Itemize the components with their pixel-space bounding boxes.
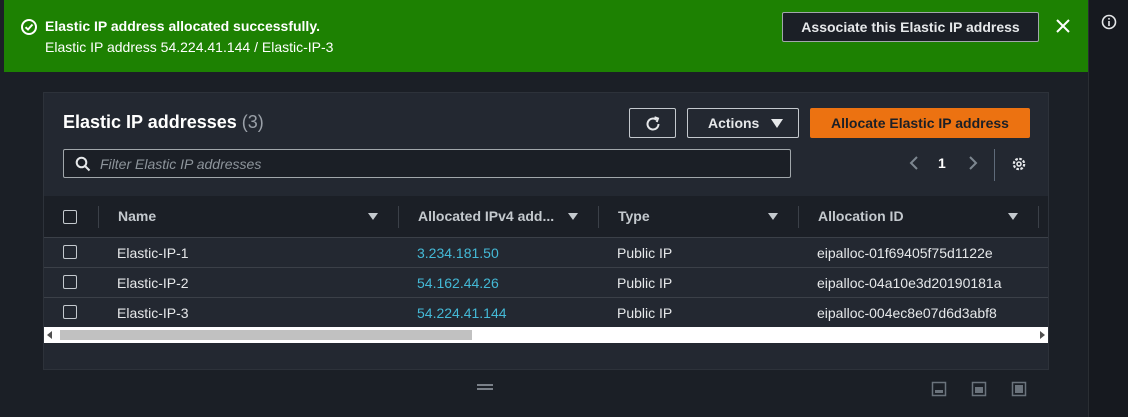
column-header-allocation-id[interactable]: Allocation ID [818,208,904,224]
filter-input[interactable] [98,153,782,175]
table-row[interactable]: Elastic-IP-2 54.162.44.26 Public IP eipa… [44,268,1048,298]
success-flash-banner: Elastic IP address allocated successfull… [4,0,1088,72]
cell-ip-link[interactable]: 54.162.44.26 [417,275,499,291]
view-mode-side-icon[interactable] [971,381,987,397]
actions-label: Actions [708,115,760,131]
table-row[interactable]: Elastic-IP-3 54.224.41.144 Public IP eip… [44,298,1048,328]
view-mode-full-icon[interactable] [1011,381,1027,397]
column-separator [98,206,99,228]
column-header-ipv4[interactable]: Allocated IPv4 add... [418,208,554,224]
refresh-icon [646,116,660,131]
cell-type: Public IP [617,245,673,261]
row-checkbox[interactable] [63,275,77,289]
cell-name: Elastic-IP-3 [117,305,189,321]
view-mode-bottom-icon[interactable] [931,381,947,397]
page: Elastic IP address allocated successfull… [0,0,1088,417]
page-number[interactable]: 1 [938,155,946,171]
column-separator [598,206,599,228]
column-header-type[interactable]: Type [618,208,650,224]
sort-caret-icon[interactable] [768,213,778,220]
cell-allocation-id: eipalloc-004ec8e07d6d3abf8 [817,305,997,321]
scroll-right-arrow-icon[interactable] [1040,331,1045,339]
cell-name: Elastic-IP-1 [117,245,189,261]
column-separator [798,206,799,228]
filter-box [63,149,791,178]
associate-elastic-ip-button[interactable]: Associate this Elastic IP address [782,12,1039,42]
select-all-checkbox[interactable] [63,210,77,224]
table-row[interactable]: Elastic-IP-1 3.234.181.50 Public IP eipa… [44,238,1048,268]
settings-gear-icon[interactable] [1010,155,1028,173]
scrollbar-thumb[interactable] [60,330,472,340]
cell-type: Public IP [617,275,673,291]
chevron-left-icon[interactable] [907,154,921,172]
horizontal-scrollbar[interactable] [44,327,1048,343]
caret-down-icon [771,119,783,128]
row-checkbox[interactable] [63,305,77,319]
drag-handle-icon[interactable] [476,383,494,391]
flash-message: Elastic IP address 54.224.41.144 / Elast… [45,39,334,55]
info-icon[interactable] [1101,14,1117,30]
sort-caret-icon[interactable] [1008,213,1018,220]
actions-dropdown-button[interactable]: Actions [687,108,799,138]
cell-ip-link[interactable]: 54.224.41.144 [417,305,507,321]
elastic-ip-panel: Elastic IP addresses (3) Actions Allocat… [43,92,1049,370]
search-icon [75,156,91,172]
right-rail [1088,0,1128,417]
table-header: Name Allocated IPv4 add... Type Allocati… [44,196,1048,238]
cell-type: Public IP [617,305,673,321]
panel-count: (3) [241,112,264,132]
row-checkbox[interactable] [63,245,77,259]
cell-allocation-id: eipalloc-04a10e3d20190181a [817,275,1002,291]
cell-name: Elastic-IP-2 [117,275,189,291]
column-separator [1038,206,1039,228]
column-header-name[interactable]: Name [118,208,156,224]
success-check-icon [21,19,37,35]
pagination-divider [994,149,995,181]
allocate-elastic-ip-button[interactable]: Allocate Elastic IP address [810,108,1030,138]
panel-title-text: Elastic IP addresses [63,112,237,132]
close-icon[interactable] [1054,17,1072,35]
refresh-button[interactable] [629,108,676,138]
cell-allocation-id: eipalloc-01f69405f75d1122e [817,245,993,261]
column-separator [398,206,399,228]
sort-caret-icon[interactable] [568,213,578,220]
sort-caret-icon[interactable] [368,213,378,220]
panel-title: Elastic IP addresses (3) [63,112,264,133]
cell-ip-link[interactable]: 3.234.181.50 [417,245,499,261]
scroll-left-arrow-icon[interactable] [47,331,52,339]
chevron-right-icon[interactable] [966,154,980,172]
flash-title: Elastic IP address allocated successfull… [45,18,320,34]
